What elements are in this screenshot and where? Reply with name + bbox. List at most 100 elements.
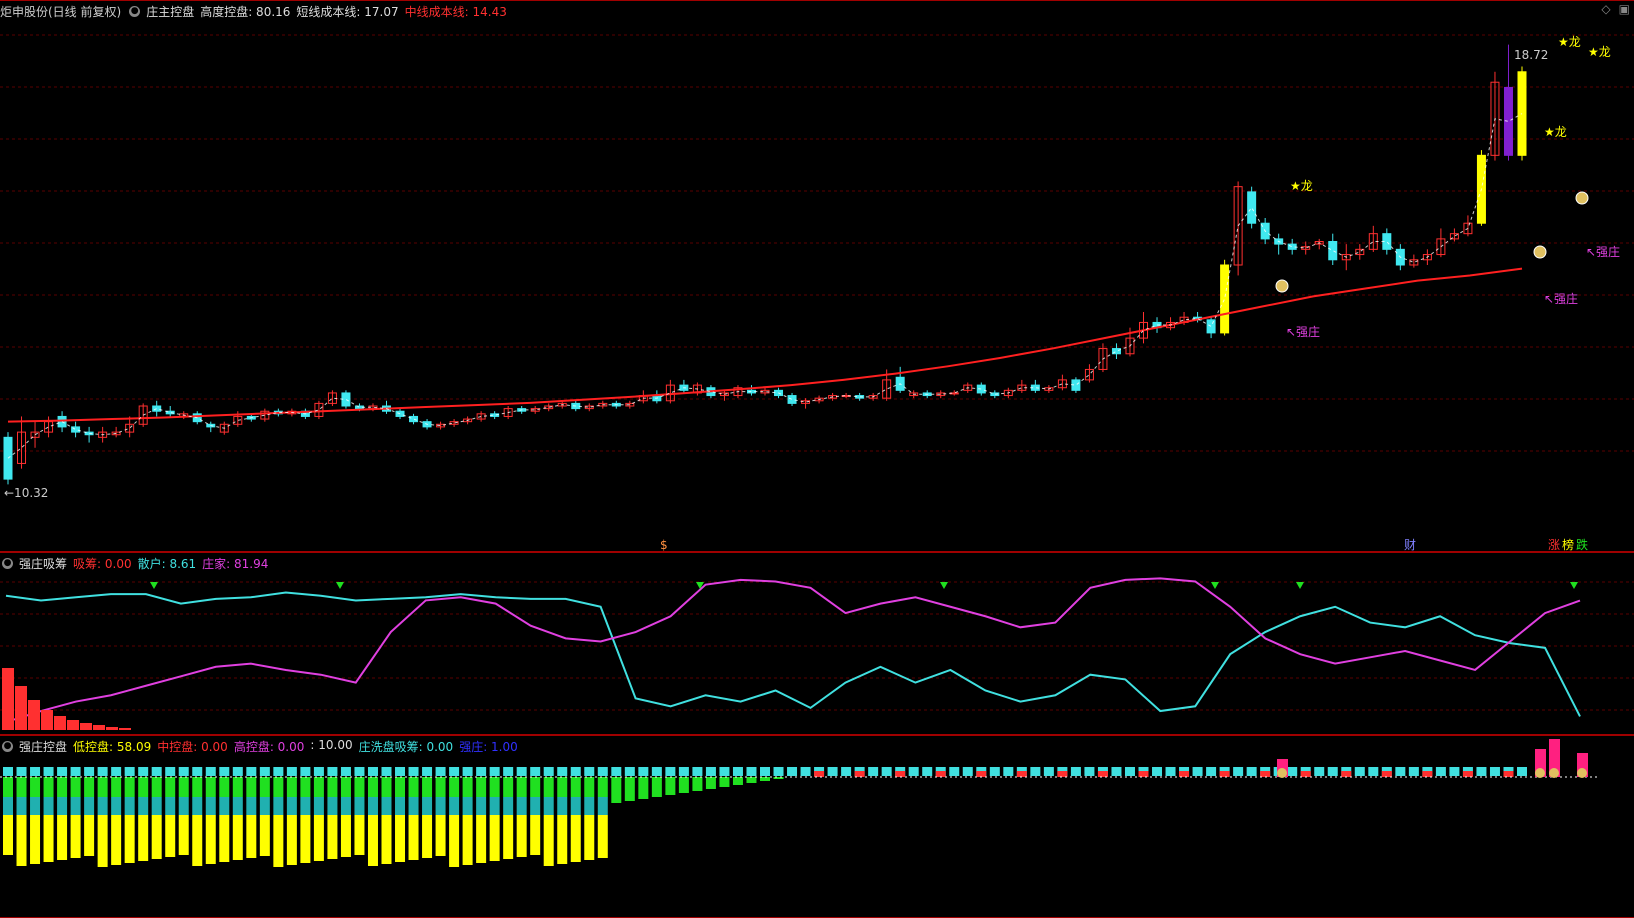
low-ctrl-yellow-bar bbox=[543, 815, 554, 866]
control-indicator-pane[interactable]: ● 强庄控盘 低控盘: 58.09 中控盘: 0.00 高控盘: 0.00: 10.… bbox=[0, 735, 1634, 918]
low-ctrl-teal-bar bbox=[138, 797, 149, 815]
money-bag-icon bbox=[1535, 768, 1545, 778]
wash-bar bbox=[1030, 767, 1041, 776]
restore-icon[interactable]: ▣ bbox=[1619, 2, 1630, 16]
low-ctrl-green-bar bbox=[449, 777, 460, 797]
wash-bar bbox=[16, 767, 27, 776]
pane3-item-1: 中控盘: 0.00 bbox=[157, 739, 228, 754]
wash-bar bbox=[354, 767, 365, 776]
low-ctrl-teal-bar bbox=[395, 797, 406, 815]
die-mark: 跌 bbox=[1576, 537, 1588, 552]
main-chart-canvas[interactable]: ★龙 ★龙 ★龙 ★龙 ↖强庄 ↖强庄 ↖强庄 18.72 ←10.32 $ 财 涨榜跌 bbox=[0, 0, 1634, 552]
low-ctrl-green-bar bbox=[381, 777, 392, 797]
low-ctrl-green-bar bbox=[638, 777, 649, 799]
wash-bar bbox=[1043, 767, 1054, 776]
low-ctrl-yellow-bar bbox=[111, 815, 122, 865]
diamond-icon[interactable]: ◇ bbox=[1601, 2, 1610, 16]
low-ctrl-teal-bar bbox=[97, 797, 108, 815]
absorb-bar bbox=[119, 728, 131, 730]
wash-bar bbox=[1368, 767, 1379, 776]
indicator-toggle-icon[interactable]: ● bbox=[129, 5, 141, 17]
main-chart-pane[interactable]: 炬申股份(日线 前复权) ● 庄主控盘 高度控盘: 80.16 短线成本线: 17… bbox=[0, 0, 1634, 552]
wash-bar bbox=[989, 767, 1000, 776]
candles bbox=[3, 44, 1527, 485]
pane3-values: 低控盘: 58.09 中控盘: 0.00 高控盘: 0.00: 10.00 庄洗盘吸筹… bbox=[73, 738, 518, 755]
wash-bar bbox=[678, 767, 689, 776]
pane3-toggle-icon[interactable]: ● bbox=[2, 740, 13, 752]
low-ctrl-green-bar bbox=[597, 777, 608, 797]
wash-bar bbox=[97, 767, 108, 776]
wash-bar bbox=[922, 767, 933, 776]
wash-bar bbox=[449, 767, 460, 776]
low-ctrl-teal-bar bbox=[449, 797, 460, 815]
low-ctrl-teal-bar bbox=[246, 797, 257, 815]
money-bag-icon bbox=[1549, 768, 1559, 778]
absorb-bar bbox=[41, 710, 53, 730]
low-ctrl-teal-bar bbox=[354, 797, 365, 815]
low-ctrl-green-bar bbox=[516, 777, 527, 797]
wash-bar bbox=[178, 767, 189, 776]
low-ctrl-green-bar bbox=[678, 777, 689, 793]
low-ctrl-teal-bar bbox=[435, 797, 446, 815]
wash-bar bbox=[1152, 767, 1163, 776]
candle-body bbox=[409, 415, 419, 423]
low-ctrl-yellow-bar bbox=[246, 815, 257, 858]
low-ctrl-green-bar bbox=[611, 777, 622, 803]
low-ctrl-green-bar bbox=[43, 777, 54, 797]
low-ctrl-green-bar bbox=[408, 777, 419, 797]
main-chart-header: 炬申股份(日线 前复权) ● 庄主控盘 高度控盘: 80.16 短线成本线: 17… bbox=[0, 2, 507, 20]
low-ctrl-yellow-bar bbox=[367, 815, 378, 866]
mid-ctrl-bar bbox=[1097, 771, 1108, 777]
zhang-mark: 涨 bbox=[1548, 537, 1560, 552]
candle-body bbox=[1247, 191, 1257, 224]
wash-bar bbox=[367, 767, 378, 776]
mid-ctrl-bar bbox=[1381, 771, 1392, 777]
absorb-bar bbox=[106, 727, 118, 730]
wash-bar bbox=[57, 767, 68, 776]
buy-marker-icon bbox=[336, 582, 344, 589]
low-ctrl-green-bar bbox=[435, 777, 446, 797]
pane3-header: ● 强庄控盘 低控盘: 58.09 中控盘: 0.00 高控盘: 0.00: 10.… bbox=[0, 737, 518, 755]
absorb-indicator-pane[interactable]: ● 强庄吸筹 吸筹: 0.00 散户: 8.61 庄家: 81.94 bbox=[0, 552, 1634, 735]
bang-mark: 榜 bbox=[1562, 537, 1574, 552]
low-ctrl-yellow-bar bbox=[70, 815, 81, 858]
wash-bar bbox=[286, 767, 297, 776]
wash-bar bbox=[1354, 767, 1365, 776]
low-ctrl-yellow-bar bbox=[97, 815, 108, 867]
low-ctrl-green-bar bbox=[705, 777, 716, 789]
low-ctrl-green-bar bbox=[97, 777, 108, 797]
low-ctrl-teal-bar bbox=[530, 797, 541, 815]
wash-bar bbox=[1003, 767, 1014, 776]
wash-bar bbox=[1165, 767, 1176, 776]
pane2-title: 强庄吸筹 bbox=[19, 556, 68, 571]
short-cost-line bbox=[7, 113, 1523, 459]
money-bag-icon bbox=[1575, 191, 1589, 205]
low-ctrl-green-bar bbox=[273, 777, 284, 797]
mid-ctrl-bar bbox=[1057, 771, 1068, 777]
low-ctrl-teal-bar bbox=[178, 797, 189, 815]
low-ctrl-green-bar bbox=[557, 777, 568, 797]
low-ctrl-teal-bar bbox=[381, 797, 392, 815]
pane2-canvas[interactable] bbox=[0, 552, 1634, 735]
indicator-name[interactable]: 庄主控盘 bbox=[146, 3, 194, 20]
low-ctrl-yellow-bar bbox=[408, 815, 419, 860]
low-ctrl-green-bar bbox=[16, 777, 27, 797]
mid-ctrl-bar bbox=[1260, 771, 1271, 777]
low-ctrl-green-bar bbox=[340, 777, 351, 797]
low-ctrl-green-bar bbox=[300, 777, 311, 797]
wash-bar bbox=[165, 767, 176, 776]
low-ctrl-yellow-bar bbox=[43, 815, 54, 862]
pane2-toggle-icon[interactable]: ● bbox=[2, 557, 13, 569]
wash-bar bbox=[1314, 767, 1325, 776]
low-ctrl-green-bar bbox=[719, 777, 730, 787]
pane3-canvas[interactable] bbox=[0, 735, 1634, 918]
low-ctrl-green-bar bbox=[259, 777, 270, 797]
low-ctrl-teal-bar bbox=[192, 797, 203, 815]
low-ctrl-green-bar bbox=[165, 777, 176, 797]
mid-ctrl-bar bbox=[1179, 771, 1190, 777]
low-ctrl-green-bar bbox=[476, 777, 487, 797]
mid-ctrl-bar bbox=[1341, 771, 1352, 777]
low-ctrl-green-bar bbox=[692, 777, 703, 791]
low-ctrl-green-bar bbox=[192, 777, 203, 797]
wash-bar bbox=[638, 767, 649, 776]
